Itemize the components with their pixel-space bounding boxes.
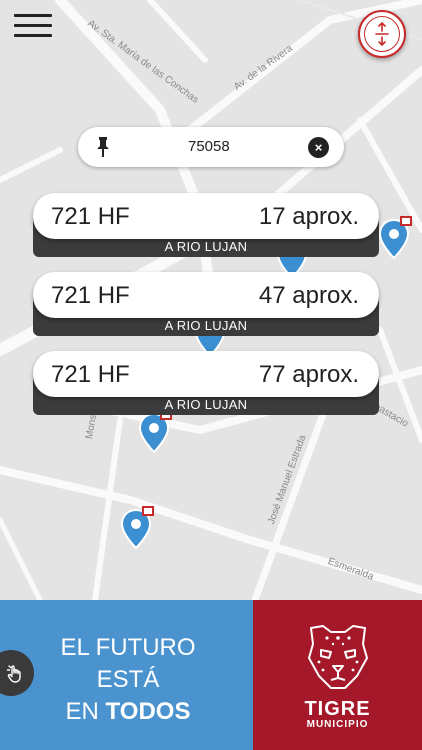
hamburger-icon (14, 14, 52, 17)
slogan: EL FUTURO ESTÁ EN TODOS (60, 634, 196, 725)
jaguar-logo (308, 625, 368, 689)
pushpin-icon (97, 137, 109, 157)
destination-label: A RIO LUJAN (164, 239, 248, 254)
brand-name: TIGRE (304, 698, 371, 720)
bus-stop-marker[interactable] (138, 410, 172, 456)
hand-touch-icon (6, 665, 21, 683)
stop-code: 75058 (188, 138, 230, 155)
arrival-eta: 77 aprox. (258, 361, 359, 388)
close-icon[interactable]: × (308, 137, 329, 158)
arrival-card[interactable]: A RIO LUJAN 721 HF 47 aprox. (33, 272, 379, 336)
slogan-panel: EL FUTURO ESTÁ EN TODOS (0, 600, 253, 750)
bus-stop-marker[interactable] (120, 506, 154, 552)
arrival-eta: 17 aprox. (258, 203, 359, 230)
bus-line: 721 HF (51, 282, 130, 309)
expand-button[interactable] (358, 10, 406, 58)
destination-label: A RIO LUJAN (164, 318, 248, 333)
brand-panel: TIGRE MUNICIPIO (253, 600, 422, 750)
destination-label: A RIO LUJAN (164, 397, 248, 412)
menu-button[interactable] (14, 14, 52, 40)
promo-banner[interactable]: EL FUTURO ESTÁ EN TODOS TIGRE MUNICIPIO (0, 600, 422, 750)
bus-line: 721 HF (51, 203, 130, 230)
arrival-card[interactable]: A RIO LUJAN 721 HF 17 aprox. (33, 193, 379, 257)
stop-search-bar[interactable]: 75058 × (78, 127, 344, 167)
arrival-eta: 47 aprox. (258, 282, 359, 309)
brand-subtitle: MUNICIPIO (306, 719, 369, 730)
bus-line: 721 HF (51, 361, 130, 388)
bus-stop-marker[interactable] (378, 216, 412, 262)
expand-vertical-icon (375, 22, 389, 46)
arrival-card[interactable]: A RIO LUJAN 721 HF 77 aprox. (33, 351, 379, 415)
